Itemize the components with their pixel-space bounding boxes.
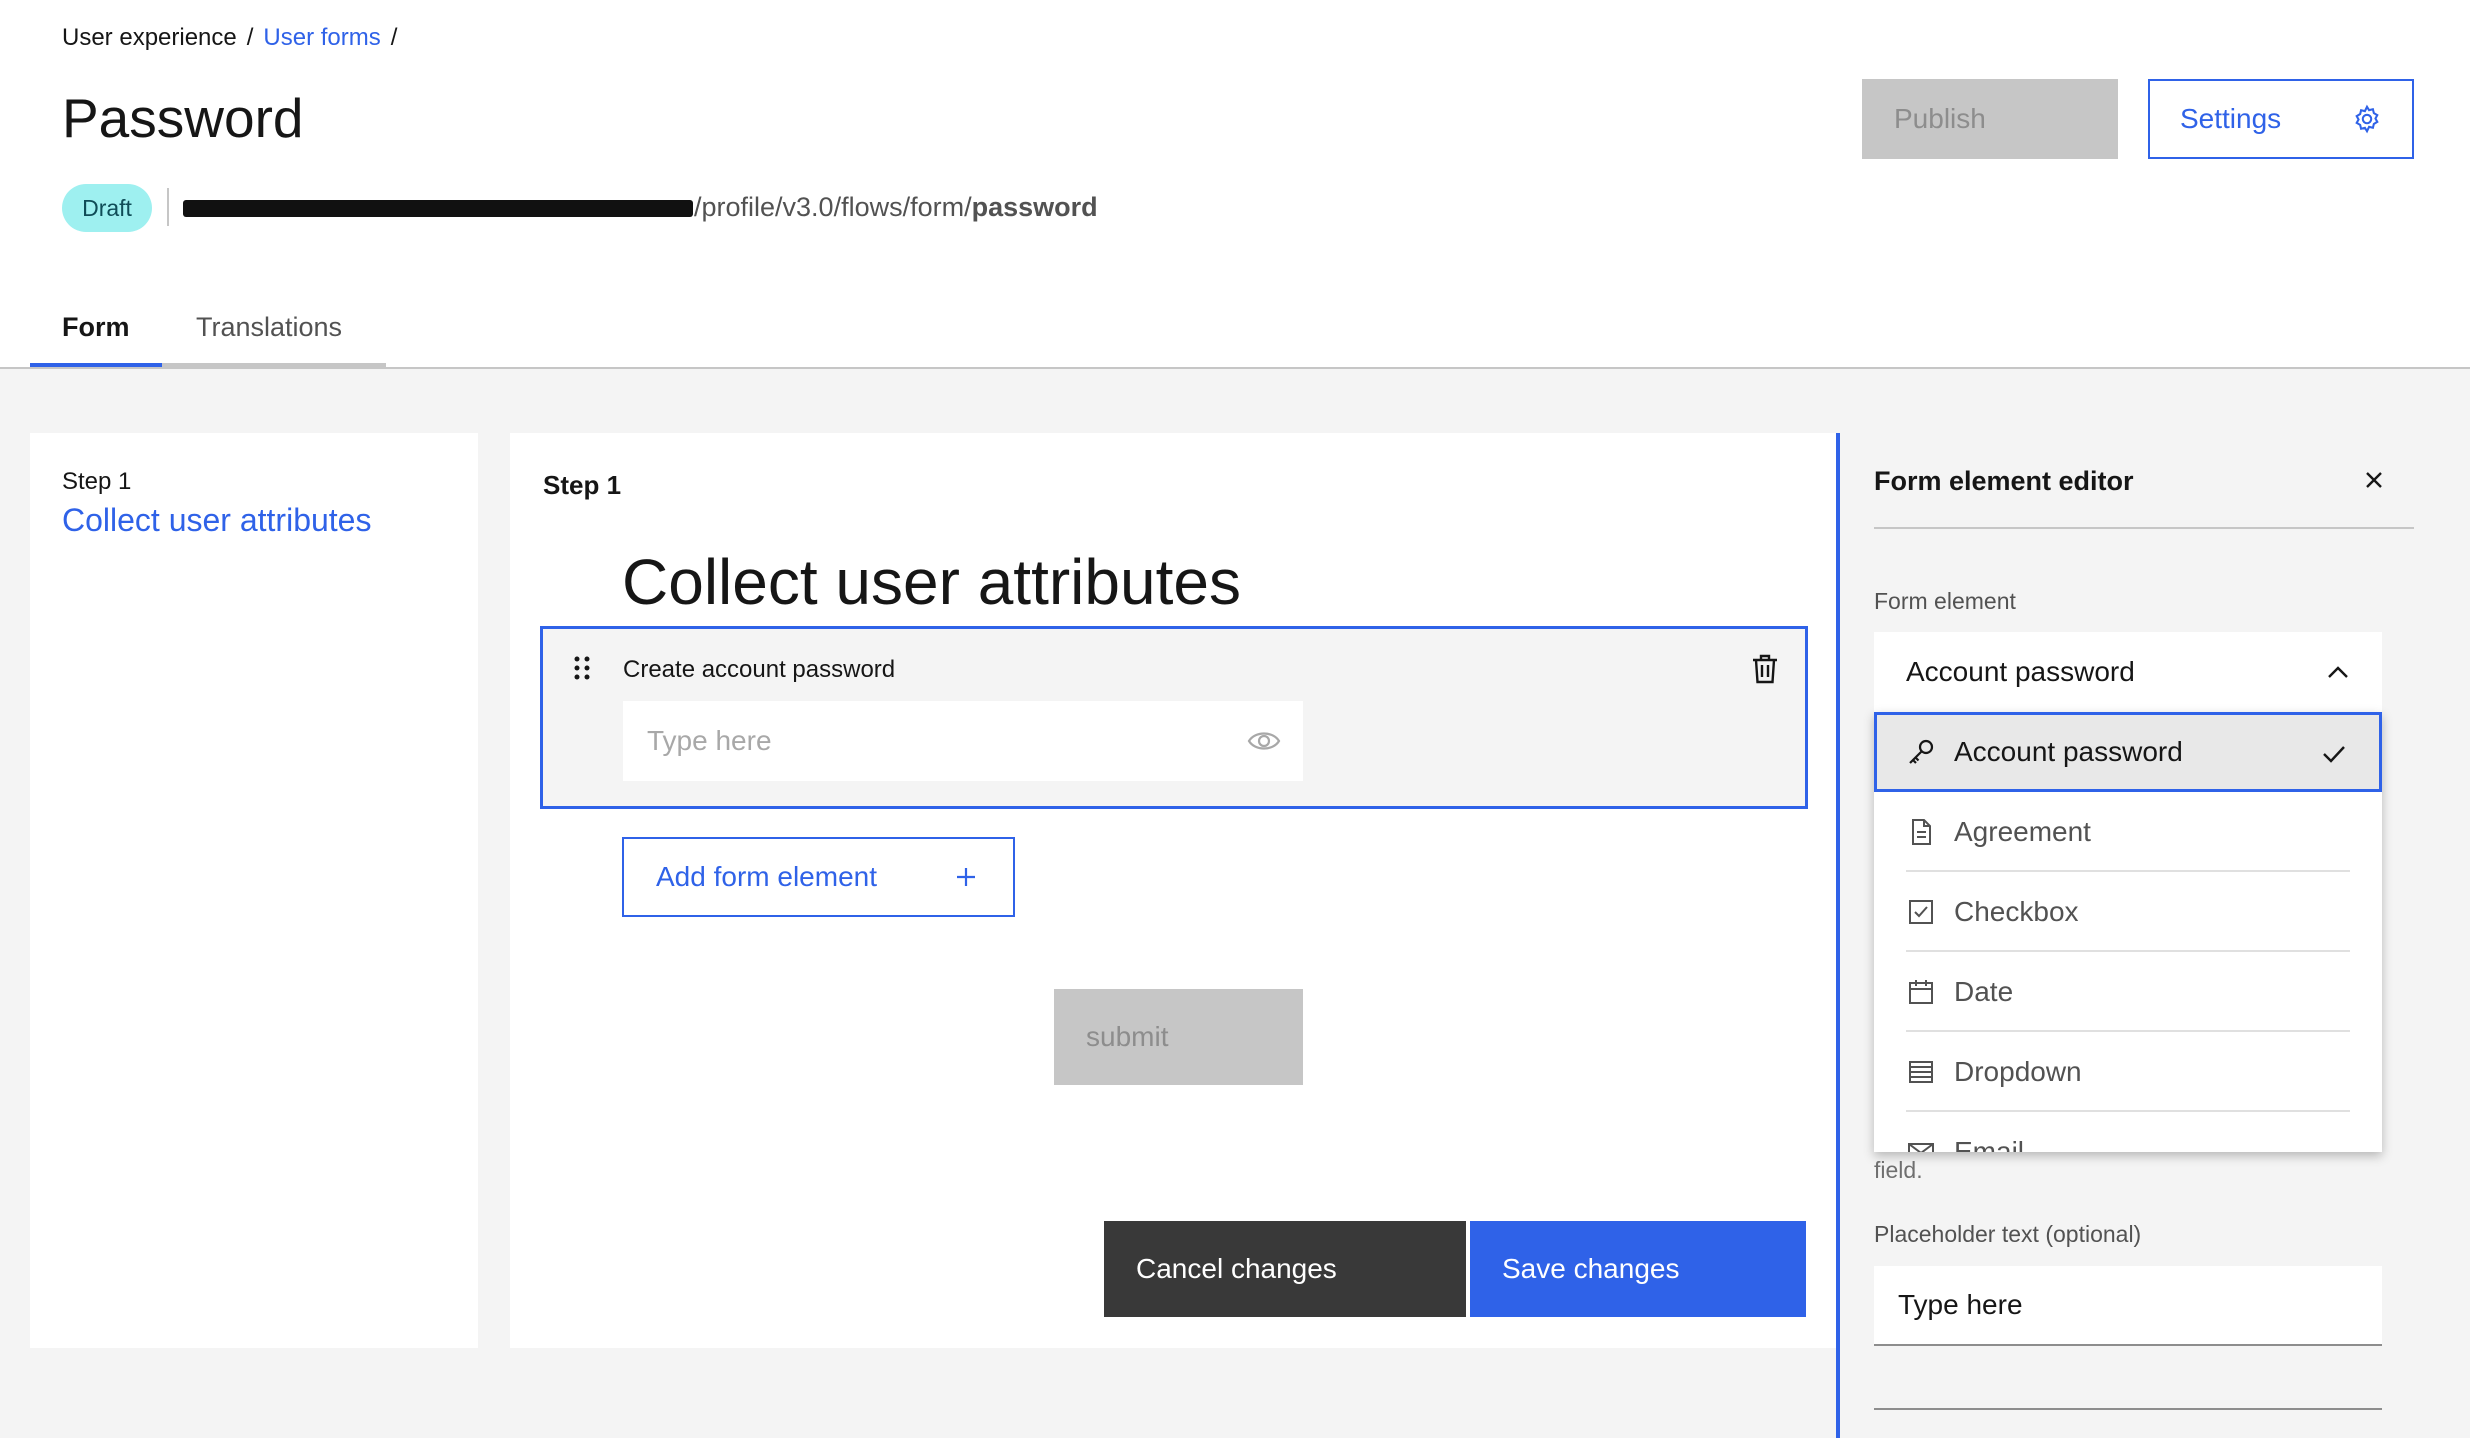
settings-button[interactable]: Settings [2148, 79, 2414, 159]
add-form-element-button[interactable]: Add form element [622, 837, 1015, 917]
calendar-icon [1906, 977, 1936, 1007]
dropdown-option-label: Dropdown [1954, 1056, 2082, 1087]
eye-icon[interactable] [1247, 726, 1281, 756]
add-form-element-label: Add form element [656, 861, 877, 892]
publish-button[interactable]: Publish [1862, 79, 2118, 159]
close-icon[interactable] [2360, 466, 2388, 494]
form-element-select[interactable]: Account password [1874, 632, 2382, 712]
checkmark-icon [2319, 739, 2349, 769]
tab-form[interactable]: Form [30, 312, 162, 368]
placeholder-text-input[interactable]: Type here [1874, 1266, 2382, 1346]
canvas-step-label: Step 1 [543, 470, 622, 500]
dropdown-option-label: Checkbox [1954, 896, 2079, 927]
tab-translations[interactable]: Translations [162, 312, 386, 368]
dropdown-option-label: Date [1954, 976, 2014, 1007]
breadcrumb-separator: / [390, 24, 398, 51]
breadcrumb-item-user-forms[interactable]: User forms [263, 24, 380, 52]
canvas-heading[interactable]: Collect user attributes [622, 545, 1241, 619]
breadcrumb-item-user-experience[interactable]: User experience [62, 24, 237, 52]
dropdown-option-email[interactable]: Email [1874, 1112, 2382, 1152]
steps-step-link[interactable]: Collect user attributes [62, 502, 371, 539]
cancel-changes-button[interactable]: Cancel changes [1104, 1221, 1466, 1317]
placeholder-field-label: Placeholder text (optional) [1874, 1221, 2142, 1247]
form-element-select-value: Account password [1906, 656, 2135, 687]
steps-step-label: Step 1 [62, 468, 132, 495]
dropdown-option-account-password[interactable]: Account password [1874, 712, 2382, 792]
form-element-dropdown-menu: Account password Agreement Checkbox Date [1874, 712, 2382, 1152]
submit-button[interactable]: submit [1054, 989, 1303, 1085]
key-icon [1906, 737, 1936, 767]
editor-divider [1874, 527, 2414, 529]
settings-button-label: Settings [2180, 103, 2282, 134]
dropdown-option-dropdown[interactable]: Dropdown [1874, 1032, 2382, 1112]
breadcrumb: User experience / User forms / [62, 24, 397, 52]
form-element-field-label: Form element [1874, 588, 2016, 614]
document-icon [1906, 817, 1936, 847]
breadcrumb-separator: / [246, 24, 254, 51]
editor-title: Form element editor [1874, 466, 2134, 496]
dropdown-option-label: Agreement [1954, 816, 2091, 847]
chevron-up-icon [2326, 664, 2350, 680]
trash-icon[interactable] [1750, 653, 1780, 685]
dropdown-option-label: Account password [1954, 736, 2183, 767]
password-preview-input[interactable]: Type here [623, 701, 1303, 781]
plus-icon [955, 866, 977, 888]
dropdown-option-agreement[interactable]: Agreement [1874, 792, 2382, 872]
status-badge: Draft [62, 184, 152, 232]
next-field-underline [1874, 1408, 2382, 1410]
flow-url-name: password [971, 192, 1098, 222]
checkbox-icon [1906, 897, 1936, 927]
badge-divider [167, 188, 169, 226]
dropdown-option-date[interactable]: Date [1874, 952, 2382, 1032]
list-icon [1906, 1057, 1936, 1087]
gear-icon [2352, 104, 2382, 134]
steps-panel [30, 433, 478, 1348]
dropdown-option-label: Email [1954, 1136, 2025, 1152]
flow-url-path: /profile/v3.0/flows/form/ [694, 192, 972, 222]
email-icon [1906, 1137, 1936, 1152]
flow-url: /profile/v3.0/flows/form/password [694, 192, 1098, 223]
form-element-label: Create account password [623, 656, 896, 683]
url-redacted-host [183, 200, 693, 217]
page-title: Password [62, 87, 304, 149]
helper-text: field. [1874, 1157, 1923, 1183]
drag-handle-icon[interactable] [570, 653, 594, 683]
dropdown-option-checkbox[interactable]: Checkbox [1874, 872, 2382, 952]
save-changes-button[interactable]: Save changes [1470, 1221, 1806, 1317]
